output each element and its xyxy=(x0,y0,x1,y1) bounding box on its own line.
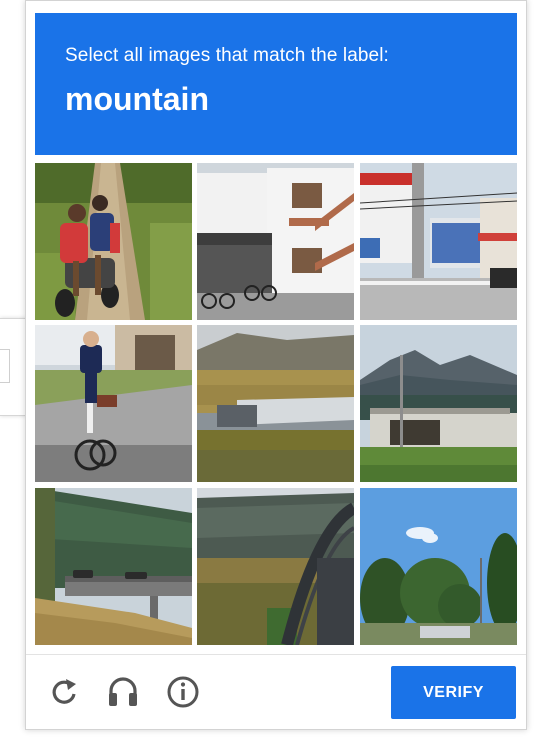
image-tile-5[interactable] xyxy=(197,325,354,482)
reload-icon[interactable] xyxy=(46,674,82,710)
headphones-icon[interactable] xyxy=(105,674,141,710)
background-page-notch xyxy=(0,349,10,383)
tile-6-image xyxy=(360,325,517,482)
tile-7-image xyxy=(35,488,192,645)
info-icon[interactable] xyxy=(165,674,201,710)
image-grid xyxy=(35,163,517,645)
image-tile-1[interactable] xyxy=(35,163,192,320)
tile-2-image xyxy=(197,163,354,320)
footer-divider xyxy=(26,654,526,655)
background-page-tab xyxy=(0,318,27,416)
captcha-widget: Select all images that match the label: … xyxy=(25,0,527,730)
image-tile-2[interactable] xyxy=(197,163,354,320)
challenge-header: Select all images that match the label: … xyxy=(35,13,517,155)
image-tile-4[interactable] xyxy=(35,325,192,482)
verify-button[interactable]: VERIFY xyxy=(391,666,516,719)
image-tile-8[interactable] xyxy=(197,488,354,645)
tile-8-image xyxy=(197,488,354,645)
challenge-prompt: Select all images that match the label: xyxy=(65,45,389,66)
tile-1-image xyxy=(35,163,192,320)
challenge-label: mountain xyxy=(65,81,209,117)
tile-3-image xyxy=(360,163,517,320)
image-tile-6[interactable] xyxy=(360,325,517,482)
tile-9-image xyxy=(360,488,517,645)
tile-4-image xyxy=(35,325,192,482)
image-tile-3[interactable] xyxy=(360,163,517,320)
tile-5-image xyxy=(197,325,354,482)
image-tile-9[interactable] xyxy=(360,488,517,645)
image-tile-7[interactable] xyxy=(35,488,192,645)
